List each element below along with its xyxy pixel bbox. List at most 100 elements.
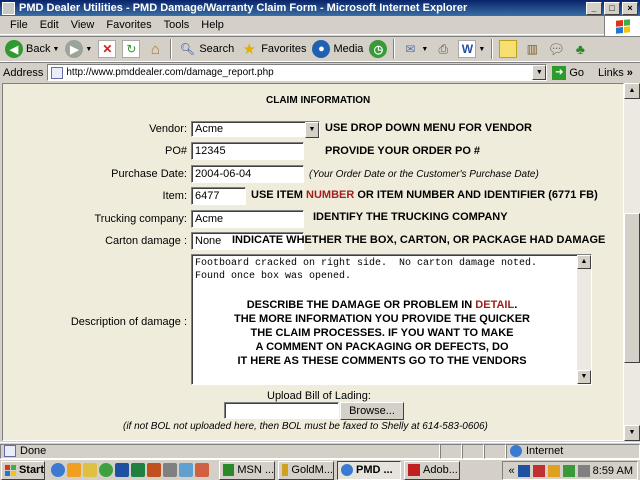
page-content: CLAIM INFORMATION Vendor: Acme ▼ USE DRO… <box>2 83 624 441</box>
description-instruction-1b: . <box>514 299 518 311</box>
page-scrollbar[interactable]: ▲ ▼ <box>624 83 640 441</box>
trucking-input[interactable]: Acme <box>191 210 304 228</box>
history-button[interactable]: ◷ <box>366 38 390 60</box>
search-icon: 🔍︎ <box>179 42 195 56</box>
powerpoint-quicklaunch-icon[interactable] <box>147 463 161 477</box>
zone-text: Internet <box>526 445 564 457</box>
vendor-select[interactable]: Acme ▼ <box>191 121 320 138</box>
mail-button[interactable]: ✉ ▼ <box>398 38 431 60</box>
mail-dropdown-icon[interactable]: ▼ <box>421 46 428 53</box>
quick-launch <box>51 463 209 477</box>
po-label: PO# <box>164 145 187 157</box>
search-button[interactable]: 🔍︎ Search <box>175 38 237 60</box>
trucking-instruction: IDENTIFY THE TRUCKING COMPANY <box>313 211 508 223</box>
menu-view[interactable]: View <box>65 19 101 31</box>
clock[interactable]: 8:59 AM <box>593 465 633 477</box>
scroll-up-icon[interactable]: ▲ <box>624 83 640 99</box>
system-tray: « 8:59 AM <box>502 461 638 480</box>
app-quicklaunch-icon[interactable] <box>179 463 193 477</box>
description-label: Description of damage : <box>70 316 187 328</box>
tray-app-icon[interactable] <box>547 464 560 477</box>
go-button[interactable]: ➜ Go <box>552 65 585 80</box>
window-titlebar[interactable]: PMD Dealer Utilities - PMD Damage/Warran… <box>0 0 640 16</box>
item-instruction-a: USE ITEM <box>251 189 307 201</box>
tray-app-icon[interactable] <box>517 464 530 477</box>
forward-button[interactable]: ▶ ▼ <box>62 38 95 60</box>
links-label: Links <box>598 66 624 79</box>
media-button[interactable]: ● Media <box>309 38 366 60</box>
forward-dropdown-icon[interactable]: ▼ <box>85 46 92 53</box>
back-button[interactable]: ◀ Back ▼ <box>2 38 62 60</box>
browse-button[interactable]: Browse... <box>340 402 404 420</box>
task-adobe[interactable]: Adob... <box>404 460 460 480</box>
messenger-button[interactable]: 💬︎ <box>544 38 568 60</box>
purchase-date-note: (Your Order Date or the Customer's Purch… <box>309 169 539 180</box>
task-msn[interactable]: MSN ... <box>219 460 275 480</box>
ie-app-icon <box>2 1 15 15</box>
tray-app-icon[interactable] <box>532 464 545 477</box>
desktop-quicklaunch-icon[interactable] <box>163 463 177 477</box>
msn-buddy-button[interactable]: ♣ <box>568 38 592 60</box>
textarea-scroll-down-icon[interactable]: ▼ <box>577 370 591 384</box>
po-input[interactable]: 12345 <box>191 142 304 160</box>
favorites-button[interactable]: ★ Favorites <box>237 38 309 60</box>
item-input[interactable]: 6477 <box>191 187 246 205</box>
sticky-note-icon <box>499 40 518 58</box>
scroll-thumb[interactable] <box>624 213 640 363</box>
textarea-scrollbar[interactable]: ▲ ▼ <box>577 255 591 384</box>
notes-button[interactable] <box>496 38 520 60</box>
menu-file[interactable]: File <box>4 19 34 31</box>
textarea-scroll-up-icon[interactable]: ▲ <box>577 255 591 269</box>
stop-icon: ✕ <box>98 40 117 58</box>
search-label: Search <box>199 43 235 55</box>
tray-app-icon[interactable] <box>562 464 575 477</box>
start-button[interactable]: Start <box>1 460 45 480</box>
maximize-button[interactable]: □ <box>604 1 620 15</box>
address-input[interactable]: http://www.pmddealer.com/damage_report.p… <box>47 64 548 81</box>
app-quicklaunch-icon[interactable] <box>195 463 209 477</box>
upload-file-input[interactable] <box>224 402 339 419</box>
vendor-dropdown-icon[interactable]: ▼ <box>305 122 319 138</box>
research-button[interactable]: ▥ <box>520 38 544 60</box>
menu-favorites[interactable]: Favorites <box>100 19 157 31</box>
research-books-icon: ▥ <box>526 42 538 56</box>
outlook-quicklaunch-icon[interactable] <box>67 463 81 477</box>
start-label: Start <box>18 464 44 476</box>
media-player-quicklaunch-icon[interactable] <box>99 463 113 477</box>
scroll-down-icon[interactable]: ▼ <box>624 425 640 441</box>
media-globe-icon: ● <box>312 40 331 58</box>
menu-help[interactable]: Help <box>195 19 230 31</box>
purchase-date-input[interactable]: 2004-06-04 <box>191 165 304 183</box>
stop-button[interactable]: ✕ <box>95 38 119 60</box>
back-dropdown-icon[interactable]: ▼ <box>52 46 59 53</box>
home-button[interactable]: ⌂ <box>143 38 167 60</box>
item-instruction-highlight: NUMBER <box>306 189 355 201</box>
tray-expand-icon[interactable]: « <box>509 465 515 477</box>
address-dropdown-icon[interactable]: ▼ <box>532 65 547 80</box>
task-goldmine[interactable]: GoldM... <box>278 460 334 480</box>
address-bar: Address http://www.pmddealer.com/damage_… <box>0 62 640 82</box>
links-chevron-icon[interactable]: » <box>627 67 633 79</box>
go-label: Go <box>569 66 585 79</box>
ie-quicklaunch-icon[interactable] <box>51 463 65 477</box>
folder-quicklaunch-icon[interactable] <box>83 463 97 477</box>
edit-button[interactable]: W ▼ <box>455 38 488 60</box>
task-pmd[interactable]: PMD ... <box>337 460 401 480</box>
print-button[interactable]: ⎙ <box>431 38 455 60</box>
word-quicklaunch-icon[interactable] <box>115 463 129 477</box>
edit-dropdown-icon[interactable]: ▼ <box>478 46 485 53</box>
address-url[interactable]: http://www.pmddealer.com/damage_report.p… <box>66 67 532 78</box>
refresh-button[interactable]: ↻ <box>119 38 143 60</box>
description-textarea[interactable]: Footboard cracked on right side. No cart… <box>191 254 592 385</box>
volume-icon[interactable] <box>577 464 590 477</box>
internet-globe-icon <box>510 445 522 457</box>
menu-tools[interactable]: Tools <box>158 19 196 31</box>
excel-quicklaunch-icon[interactable] <box>131 463 145 477</box>
history-icon: ◷ <box>369 40 388 58</box>
windows-logo-icon <box>604 16 640 36</box>
links-toolbar[interactable]: Links » <box>598 67 633 79</box>
close-button[interactable]: × <box>622 1 638 15</box>
menu-edit[interactable]: Edit <box>34 19 65 31</box>
upload-note: (if not BOL not uploaded here, then BOL … <box>123 421 488 432</box>
minimize-button[interactable]: _ <box>586 1 602 15</box>
